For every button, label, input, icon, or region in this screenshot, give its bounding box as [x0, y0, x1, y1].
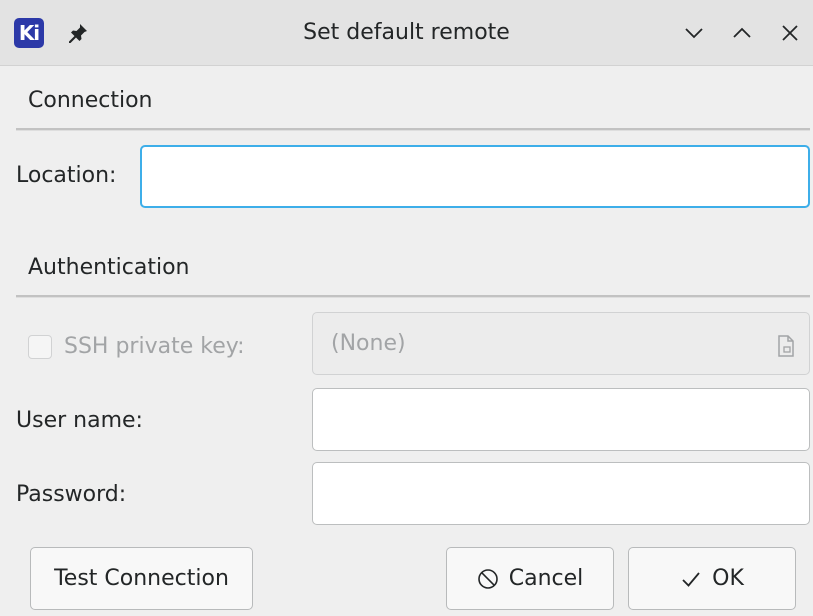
ssh-key-label: SSH private key: [64, 334, 245, 359]
ssh-key-file-picker[interactable]: (None) [312, 312, 810, 375]
password-input[interactable] [312, 462, 810, 525]
authentication-section-title: Authentication [28, 255, 190, 280]
ok-button[interactable]: OK [628, 547, 796, 610]
title-bar: Ki Set default remote [0, 0, 813, 66]
username-input[interactable] [312, 388, 810, 451]
ssh-key-value: (None) [331, 331, 406, 356]
checkmark-icon [682, 571, 700, 587]
connection-separator [16, 128, 810, 131]
chevron-down-icon[interactable] [682, 21, 706, 45]
location-label: Location: [16, 163, 117, 188]
authentication-separator [16, 295, 810, 298]
connection-section-title: Connection [28, 88, 153, 113]
cancel-label: Cancel [508, 566, 584, 591]
ok-label: OK [712, 566, 744, 591]
ssh-key-checkbox[interactable] [28, 335, 52, 359]
kicad-logo-icon: Ki [14, 18, 44, 48]
file-browse-icon[interactable] [777, 335, 795, 357]
location-input[interactable] [140, 145, 810, 208]
close-icon[interactable] [778, 21, 802, 45]
cancel-button[interactable]: Cancel [446, 547, 614, 610]
test-connection-label: Test Connection [54, 566, 229, 591]
test-connection-button[interactable]: Test Connection [30, 547, 253, 610]
password-label: Password: [16, 482, 127, 507]
pin-icon[interactable] [66, 21, 90, 45]
cancel-icon [477, 568, 498, 589]
chevron-up-icon[interactable] [730, 21, 754, 45]
username-label: User name: [16, 408, 143, 433]
